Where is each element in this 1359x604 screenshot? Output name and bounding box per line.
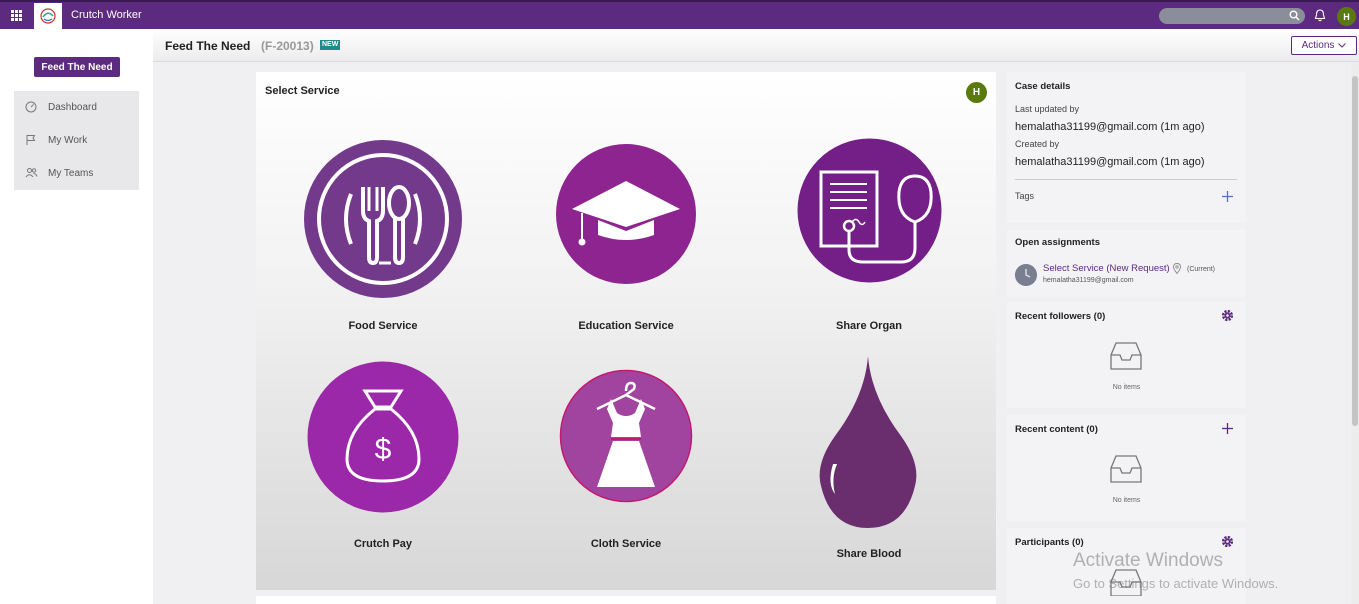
crutch-pay-label[interactable]: Crutch Pay — [283, 538, 483, 550]
assignment-email: hemalatha31199@gmail.com — [1043, 277, 1134, 284]
left-nav: Feed The Need Dashboard My Work My Teams — [0, 29, 153, 604]
participants-title: Participants (0) — [1015, 537, 1084, 548]
recent-followers-panel: Recent followers (0) No items — [1007, 302, 1246, 408]
activation-watermark-text: Go to Settings to activate Windows. — [1073, 576, 1279, 591]
search-input[interactable] — [1159, 8, 1305, 24]
top-bar: Crutch Worker H — [0, 0, 1359, 29]
share-organ-label[interactable]: Share Organ — [769, 320, 969, 332]
app-launcher-icon[interactable] — [11, 10, 22, 21]
bell-icon[interactable] — [1314, 9, 1326, 22]
open-assignments-title: Open assignments — [1015, 237, 1100, 248]
svg-text:$: $ — [375, 433, 392, 466]
next-card — [256, 596, 996, 604]
created-by-label: Created by — [1015, 139, 1060, 149]
dress-hanger-icon[interactable] — [559, 369, 693, 503]
search-icon[interactable] — [1289, 10, 1300, 21]
user-avatar[interactable]: H — [1337, 7, 1356, 26]
scrollbar-thumb[interactable] — [1352, 76, 1358, 426]
case-id: (F-20013) — [261, 39, 314, 53]
nav-menu: Dashboard My Work My Teams — [14, 91, 139, 190]
empty-state-text: No items — [1112, 384, 1141, 391]
app-title: Crutch Worker — [71, 9, 142, 21]
graduation-cap-icon[interactable] — [555, 143, 697, 285]
activation-watermark-title: Activate Windows — [1073, 550, 1223, 571]
recent-content-count: (0) — [1086, 424, 1098, 435]
nav-item-dashboard[interactable]: Dashboard — [14, 91, 139, 124]
actions-label: Actions — [1301, 40, 1335, 51]
participants-label: Participants — [1015, 537, 1070, 548]
last-updated-value: hemalatha31199@gmail.com (1m ago) — [1015, 121, 1205, 133]
section-title: Select Service — [265, 85, 340, 97]
medical-report-stethoscope-icon[interactable] — [797, 138, 942, 283]
app-logo[interactable] — [34, 3, 62, 29]
chevron-down-icon — [1338, 43, 1347, 48]
participants-count: (0) — [1072, 537, 1084, 548]
case-details-panel: Case details Last updated by hemalatha31… — [1007, 72, 1246, 223]
empty-state-text: No items — [1112, 497, 1141, 504]
case-header: Feed The Need (F-20013) NEW Actions — [153, 29, 1359, 62]
users-icon — [25, 168, 38, 178]
location-pin-icon — [1173, 263, 1181, 274]
blood-drop-icon[interactable] — [813, 356, 923, 530]
assignee-avatar: H — [966, 82, 987, 103]
money-bag-icon[interactable]: $ — [307, 361, 459, 513]
status-badge: NEW — [320, 40, 341, 50]
recent-followers-label: Recent followers — [1015, 311, 1092, 322]
fork-spoon-plate-icon[interactable] — [303, 139, 463, 299]
flag-icon — [26, 135, 36, 145]
nav-item-my-teams[interactable]: My Teams — [14, 157, 139, 190]
actions-button[interactable]: Actions — [1291, 36, 1357, 55]
logo-icon — [40, 8, 56, 24]
open-assignments-panel: Open assignments Select Service (New Req… — [1007, 229, 1246, 297]
page-title: Feed The Need — [165, 39, 251, 53]
add-tag-icon[interactable] — [1222, 191, 1233, 202]
tags-label: Tags — [1015, 191, 1035, 201]
recent-content-title: Recent content (0) — [1015, 424, 1098, 435]
gear-icon[interactable] — [1221, 535, 1234, 548]
add-content-icon[interactable] — [1222, 423, 1233, 434]
inbox-tray-icon — [1110, 455, 1142, 483]
case-type-button[interactable]: Feed The Need — [34, 57, 120, 77]
nav-item-label: My Work — [48, 135, 88, 146]
nav-item-my-work[interactable]: My Work — [14, 124, 139, 157]
last-updated-label: Last updated by — [1015, 104, 1080, 114]
gear-icon[interactable] — [1221, 309, 1234, 322]
food-service-label[interactable]: Food Service — [283, 320, 483, 332]
created-by-value: hemalatha31199@gmail.com (1m ago) — [1015, 156, 1205, 168]
recent-followers-count: (0) — [1093, 311, 1106, 322]
share-blood-label[interactable]: Share Blood — [769, 548, 969, 560]
clock-icon — [1015, 264, 1037, 286]
case-details-title: Case details — [1015, 81, 1071, 92]
dashboard-icon — [25, 101, 37, 113]
inbox-tray-icon — [1110, 342, 1142, 370]
nav-item-label: Dashboard — [48, 102, 97, 113]
assignment-link[interactable]: Select Service (New Request) — [1043, 263, 1170, 274]
cloth-service-label[interactable]: Cloth Service — [526, 538, 726, 550]
education-service-label[interactable]: Education Service — [526, 320, 726, 332]
recent-followers-title: Recent followers (0) — [1015, 311, 1105, 322]
nav-item-label: My Teams — [48, 168, 94, 179]
assignment-status: (Current) — [1187, 266, 1216, 273]
divider — [1015, 179, 1237, 180]
recent-content-label: Recent content — [1015, 424, 1084, 435]
recent-content-panel: Recent content (0) No items — [1007, 415, 1246, 521]
select-service-card: Select Service H Food Service Education … — [256, 72, 996, 590]
